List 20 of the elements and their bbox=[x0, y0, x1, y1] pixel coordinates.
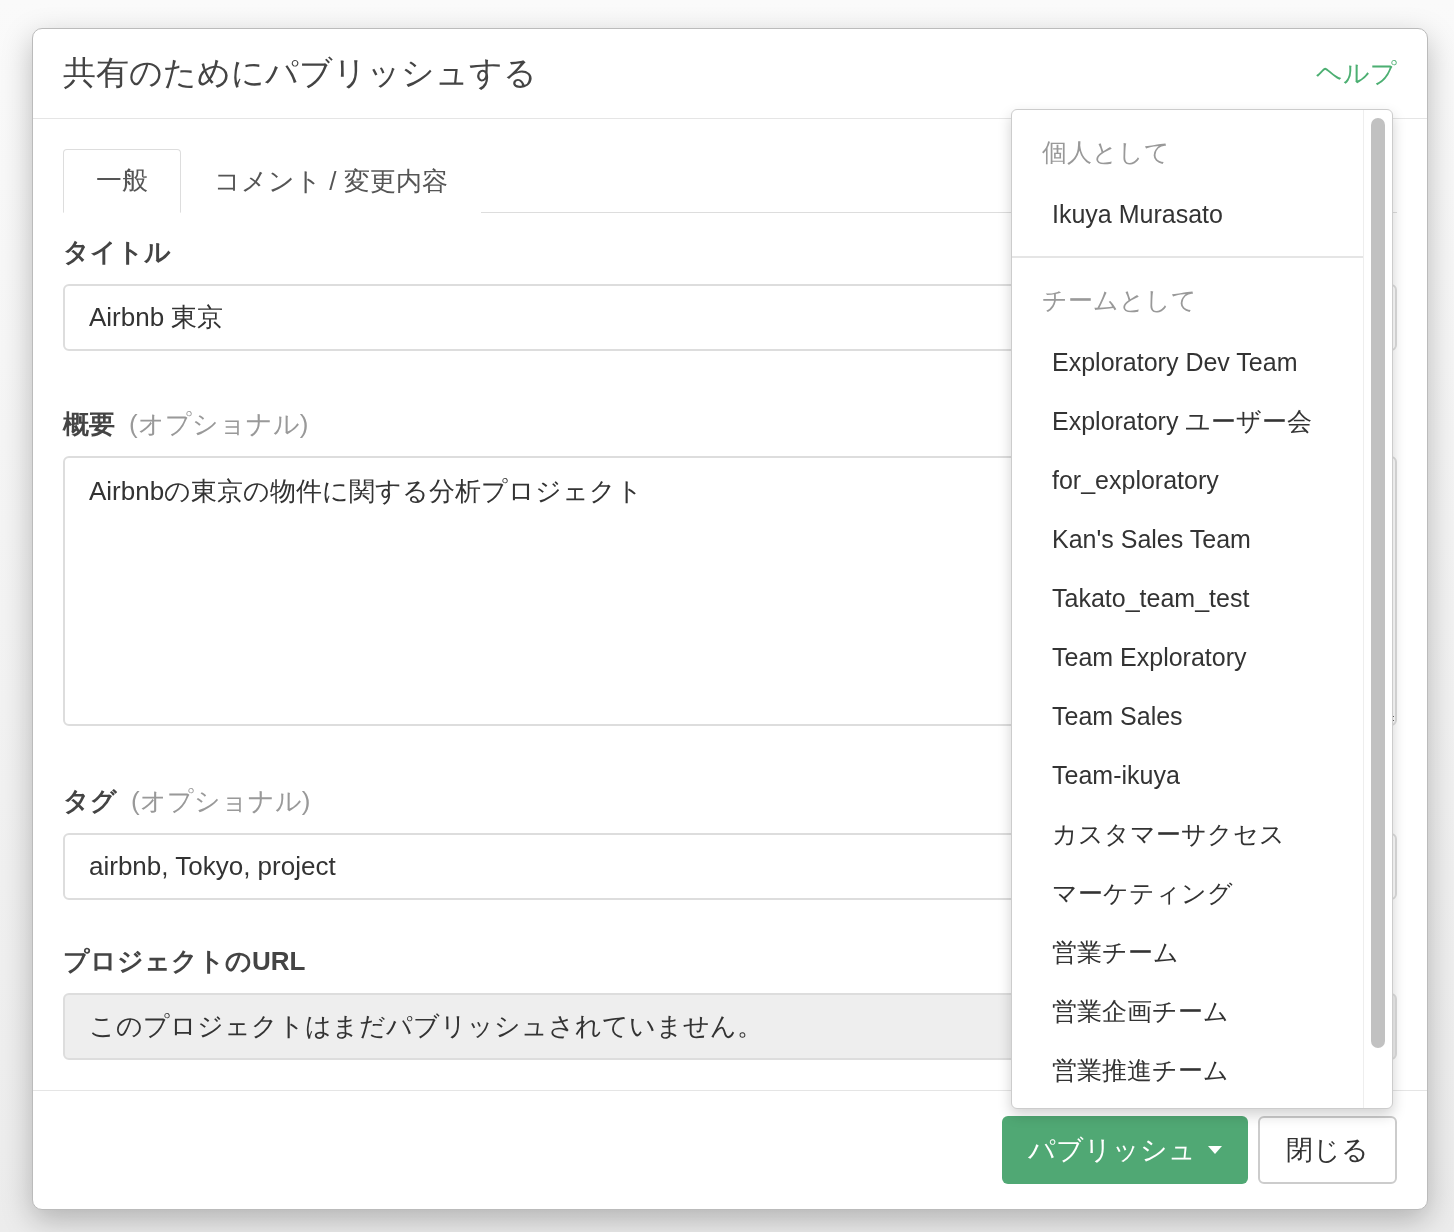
caret-icon bbox=[1208, 1145, 1222, 1154]
menu-item[interactable]: Takato_team_test bbox=[1012, 569, 1363, 628]
close-button[interactable]: 閉じる bbox=[1258, 1115, 1397, 1184]
menu-item[interactable]: Team Exploratory bbox=[1012, 628, 1363, 687]
field-label: タグ bbox=[63, 784, 117, 818]
menu-header: チームとして bbox=[1041, 285, 1198, 316]
menu-item[interactable]: Exploratory ユーザー会 bbox=[1012, 392, 1363, 451]
field-label: プロジェクトのURL bbox=[63, 944, 306, 978]
menu-item[interactable]: Team-ikuya bbox=[1012, 746, 1363, 805]
dialog-title: 共有のためにパブリッシュする bbox=[63, 52, 537, 93]
menu-header: 個人として bbox=[1041, 137, 1171, 168]
menu-item[interactable]: Kan's Sales Team bbox=[1012, 510, 1363, 569]
menu-item[interactable]: Ikuya Murasato bbox=[1012, 185, 1363, 244]
optional-hint: (オプショナル) bbox=[131, 784, 311, 818]
menu-item[interactable]: 営業チーム bbox=[1012, 923, 1363, 982]
tab[interactable]: 一般 bbox=[63, 148, 181, 213]
optional-hint: (オプショナル) bbox=[129, 407, 309, 441]
scrollbar-thumb[interactable] bbox=[1371, 118, 1385, 1048]
field-label: タイトル bbox=[63, 235, 171, 269]
field-label: 概要 bbox=[63, 407, 115, 441]
